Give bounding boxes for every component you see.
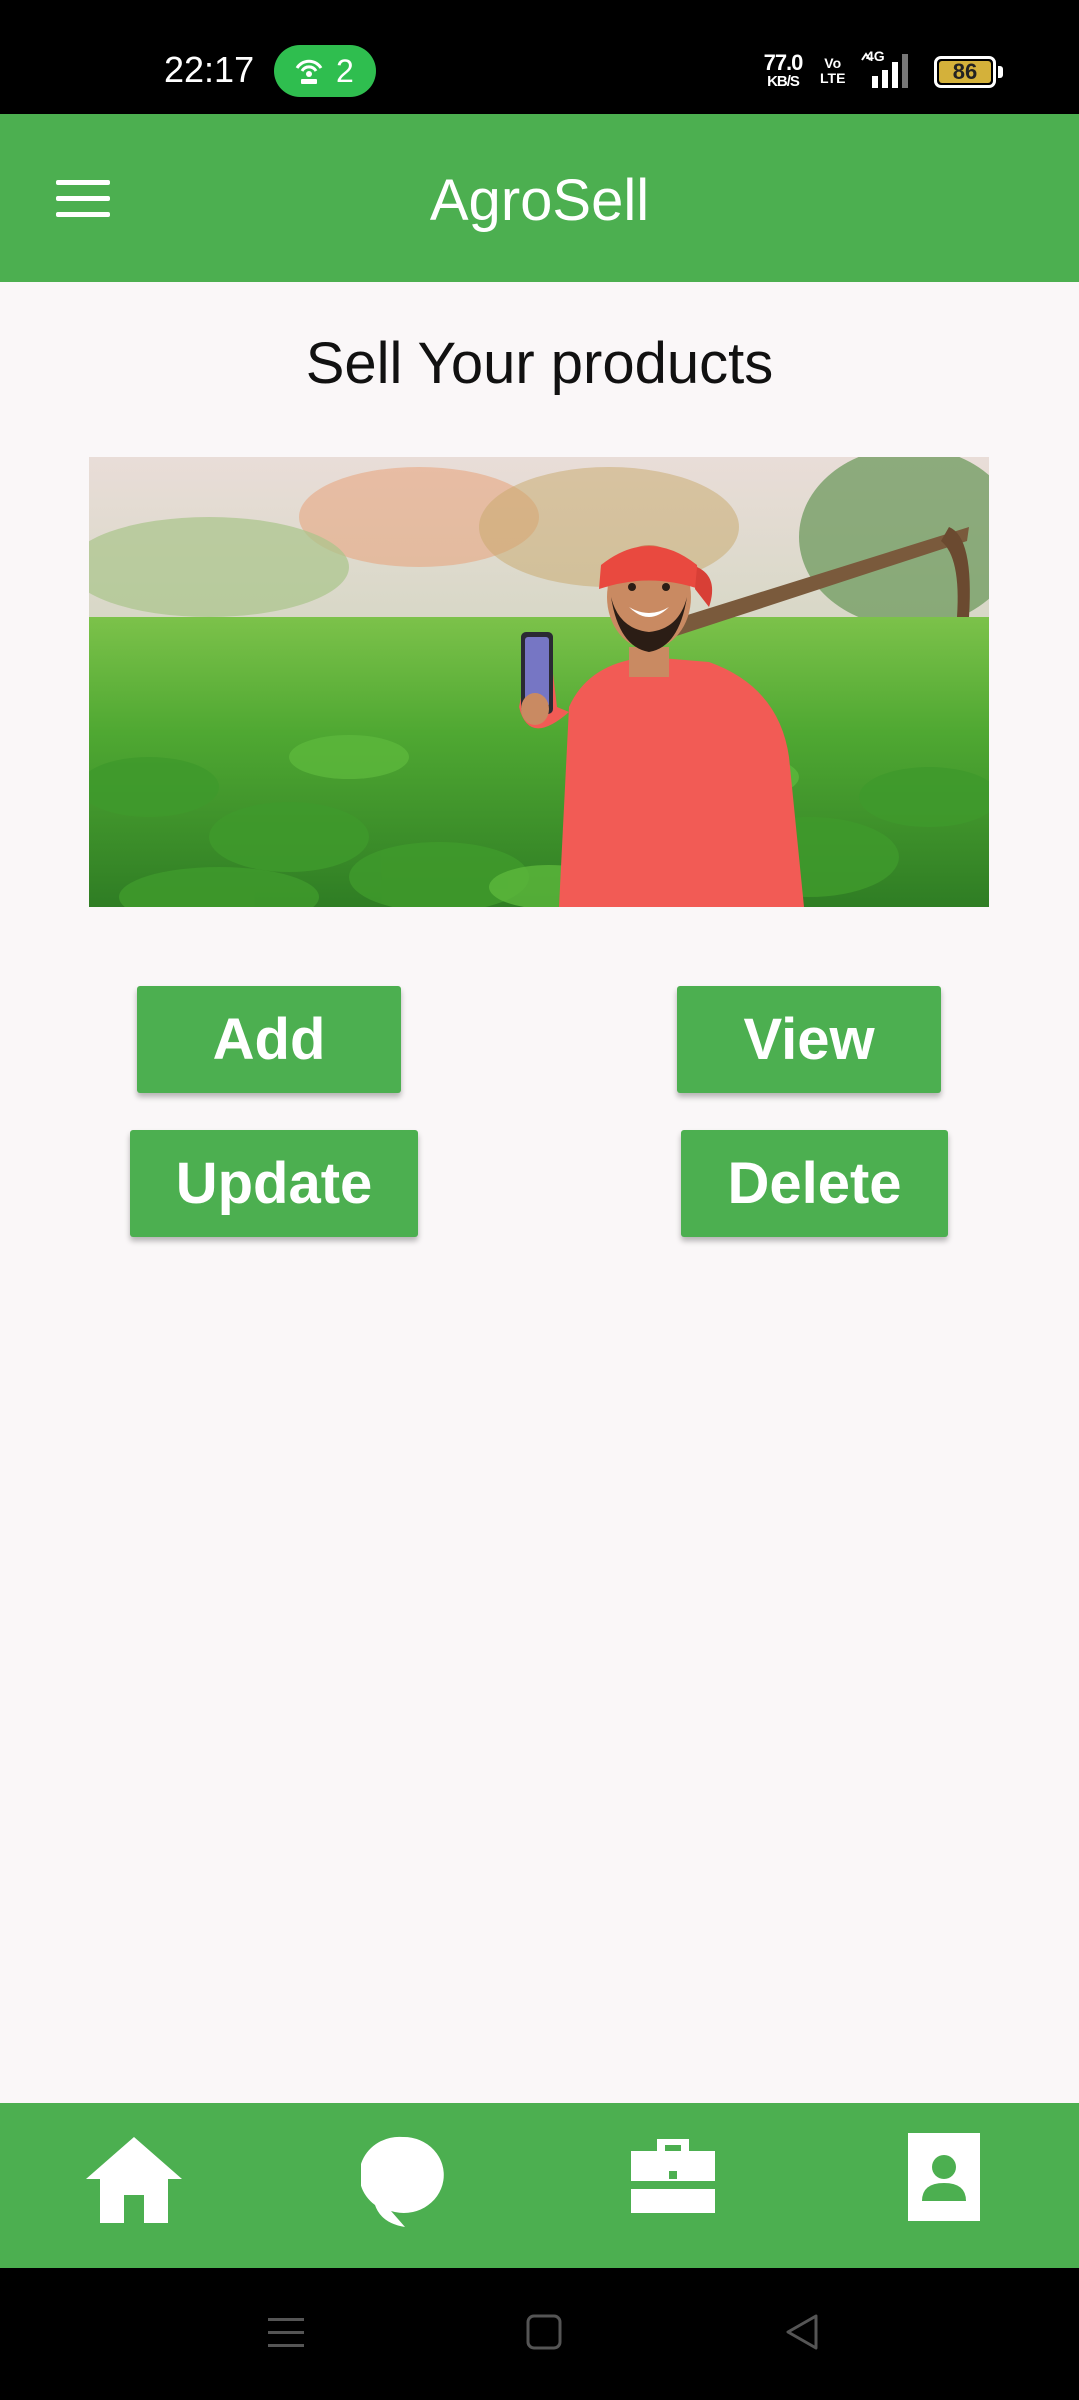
app-bar: AgroSell	[0, 114, 1079, 282]
update-button[interactable]: Update	[130, 1130, 418, 1237]
hotspot-indicator[interactable]: 2	[274, 45, 376, 97]
volte-line2: LTE	[820, 70, 846, 86]
home-icon	[86, 2137, 182, 2223]
home-square-icon[interactable]	[524, 2308, 564, 2358]
add-button[interactable]: Add	[137, 986, 401, 1093]
battery-icon: 86	[934, 56, 996, 88]
signal-icon	[861, 52, 908, 88]
status-bar: 22:17 2 77.0 KB/S Vo LTE 4G 86	[0, 0, 1079, 114]
nav-chat[interactable]	[348, 2133, 458, 2243]
hotspot-count: 2	[336, 53, 354, 89]
network-speed: 77.0 KB/S	[757, 52, 809, 90]
network-speed-value: 77.0	[763, 50, 804, 75]
battery-cap	[998, 66, 1003, 78]
app-title: AgroSell	[429, 168, 650, 233]
recent-apps-icon[interactable]	[266, 2308, 306, 2358]
back-triangle-icon[interactable]	[782, 2308, 822, 2358]
nav-profile[interactable]	[889, 2133, 999, 2243]
profile-icon	[908, 2133, 980, 2221]
delete-button[interactable]: Delete	[681, 1130, 948, 1237]
briefcase-icon	[631, 2139, 715, 2213]
status-time: 22:17	[164, 49, 255, 90]
network-speed-unit: KB/S	[767, 73, 800, 90]
volte-line1: Vo	[824, 55, 842, 71]
hero-image	[89, 457, 989, 907]
page-title: Sell Your products	[305, 331, 774, 396]
nav-home[interactable]	[79, 2133, 189, 2243]
battery-level: 86	[952, 59, 978, 84]
volte-icon: Vo LTE	[820, 56, 845, 86]
chat-icon	[361, 2136, 444, 2227]
bottom-navigation	[0, 2103, 1079, 2268]
hotspot-icon	[295, 59, 323, 84]
view-button[interactable]: View	[677, 986, 941, 1093]
system-navigation-bar	[0, 2268, 1079, 2400]
nav-work[interactable]	[618, 2133, 728, 2243]
